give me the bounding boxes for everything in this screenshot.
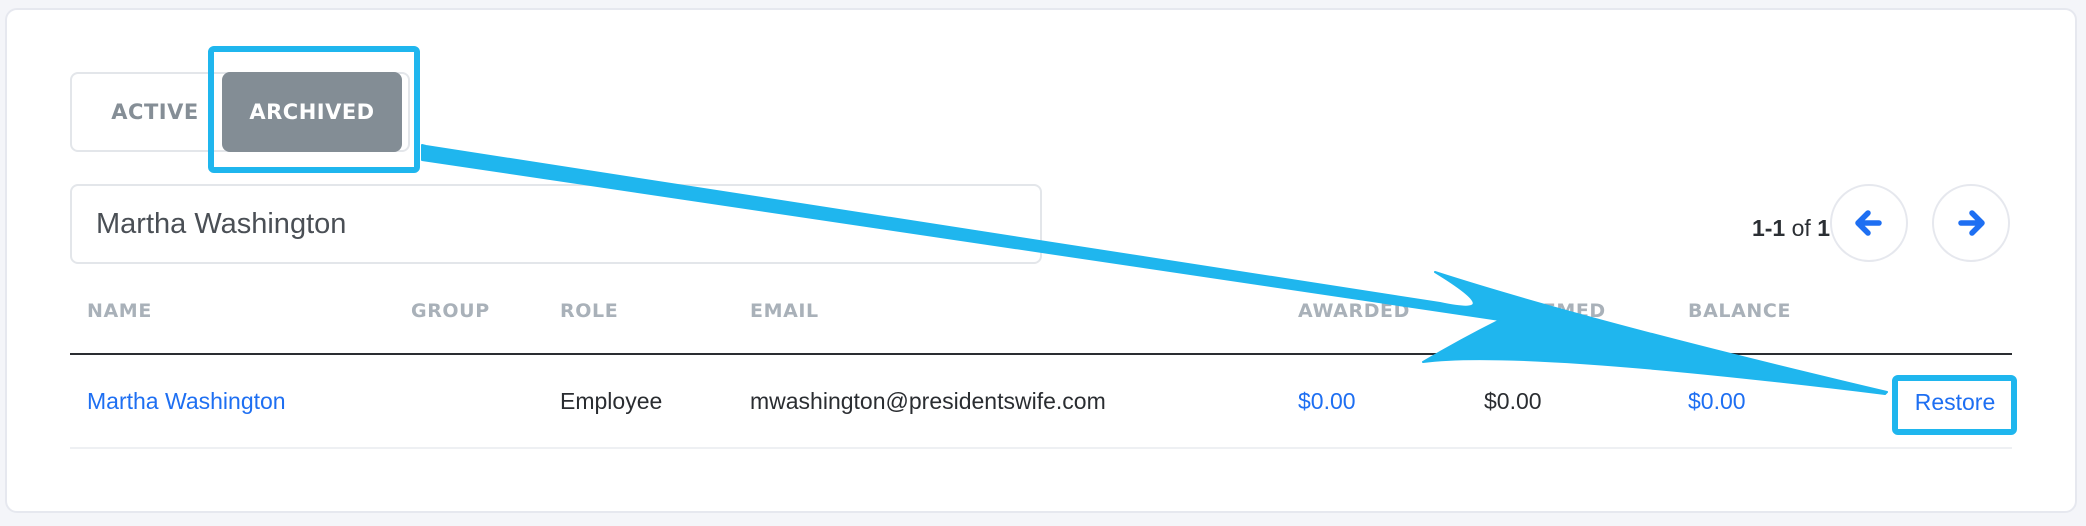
column-header-name: NAME (87, 300, 152, 322)
tab-active[interactable]: ACTIVE (84, 74, 226, 150)
balance-amount-link[interactable]: $0.00 (1688, 384, 1746, 418)
previous-page-button[interactable] (1830, 184, 1908, 262)
column-header-group: GROUP (411, 300, 490, 322)
pagination-of-label: of (1791, 215, 1811, 241)
search-input[interactable] (70, 184, 1042, 264)
status-tab-group: ACTIVE ARCHIVED (70, 72, 410, 152)
awarded-amount-link[interactable]: $0.00 (1298, 384, 1356, 418)
column-header-role: ROLE (560, 300, 619, 322)
redeemed-amount-cell: $0.00 (1484, 388, 1542, 414)
tab-archived[interactable]: ARCHIVED (222, 72, 402, 152)
pagination-summary: 1-1 of 1 (1730, 210, 1830, 246)
user-role-cell: Employee (560, 388, 663, 414)
arrow-left-icon (1855, 210, 1882, 236)
next-page-button[interactable] (1932, 184, 2010, 262)
column-header-email: EMAIL (750, 300, 819, 322)
restore-button[interactable]: Restore (1898, 378, 2012, 426)
pagination-total: 1 (1817, 215, 1830, 241)
arrow-right-icon (1958, 210, 1985, 236)
column-header-redeemed: REDEEMED (1484, 300, 1606, 322)
table-row-divider (70, 447, 2012, 449)
table-header-divider (70, 353, 2012, 355)
column-header-balance: BALANCE (1688, 300, 1792, 322)
pagination-range: 1-1 (1751, 215, 1786, 241)
user-email-cell: mwashington@presidentswife.com (750, 388, 1106, 414)
user-name-link[interactable]: Martha Washington (87, 384, 286, 418)
column-header-awarded: AWARDED (1298, 300, 1411, 322)
